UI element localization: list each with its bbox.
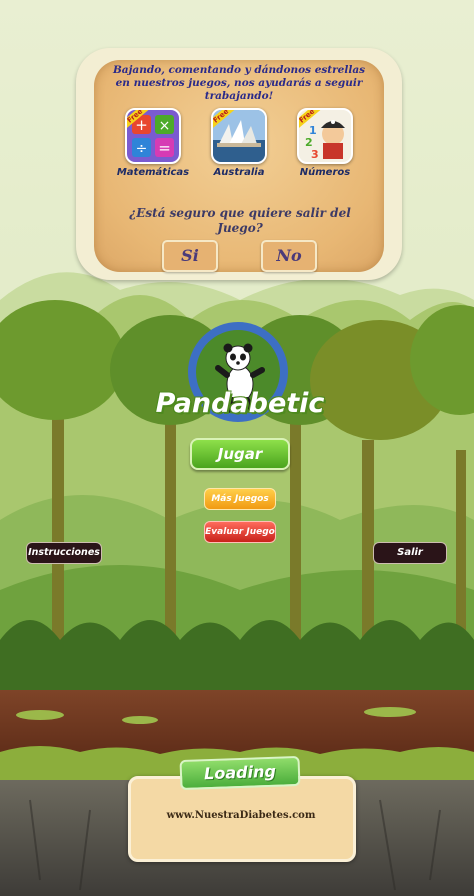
website-url: www.NuestraDiabetes.com [166,810,316,821]
play-button[interactable]: Jugar [190,438,290,470]
exit-button[interactable]: Salir [373,542,447,564]
pirate-numbers-icon: 1 2 3 Free [297,108,353,164]
promo-message: Bajando, comentando y dándonos estrellas… [112,64,366,102]
app-label: Australia [213,167,265,178]
sydney-opera-icon: Free [211,108,267,164]
rate-game-button[interactable]: Evaluar Juego [204,521,276,543]
math-symbols-icon: + × ÷ = Free [125,108,181,164]
svg-text:3: 3 [311,148,319,161]
app-link-numeros[interactable]: 1 2 3 Free Números [280,108,370,178]
instructions-button[interactable]: Instrucciones [26,542,102,564]
svg-text:=: = [158,139,171,157]
svg-text:×: × [159,118,171,134]
app-label: Matemáticas [116,167,190,178]
more-games-button[interactable]: Más Juegos [204,488,276,510]
app-link-matematicas[interactable]: + × ÷ = Free Matemáticas [108,108,198,178]
svg-text:÷: ÷ [136,141,148,157]
app-link-australia[interactable]: Free Australia [194,108,284,178]
no-button[interactable]: No [261,240,317,272]
app-label: Números [299,167,351,178]
exit-question: ¿Está seguro que quiere salir del Juego? [129,206,351,235]
loading-label: Loading [179,755,301,791]
game-title: Pandabetic [155,388,325,419]
yes-button[interactable]: Si [162,240,218,272]
